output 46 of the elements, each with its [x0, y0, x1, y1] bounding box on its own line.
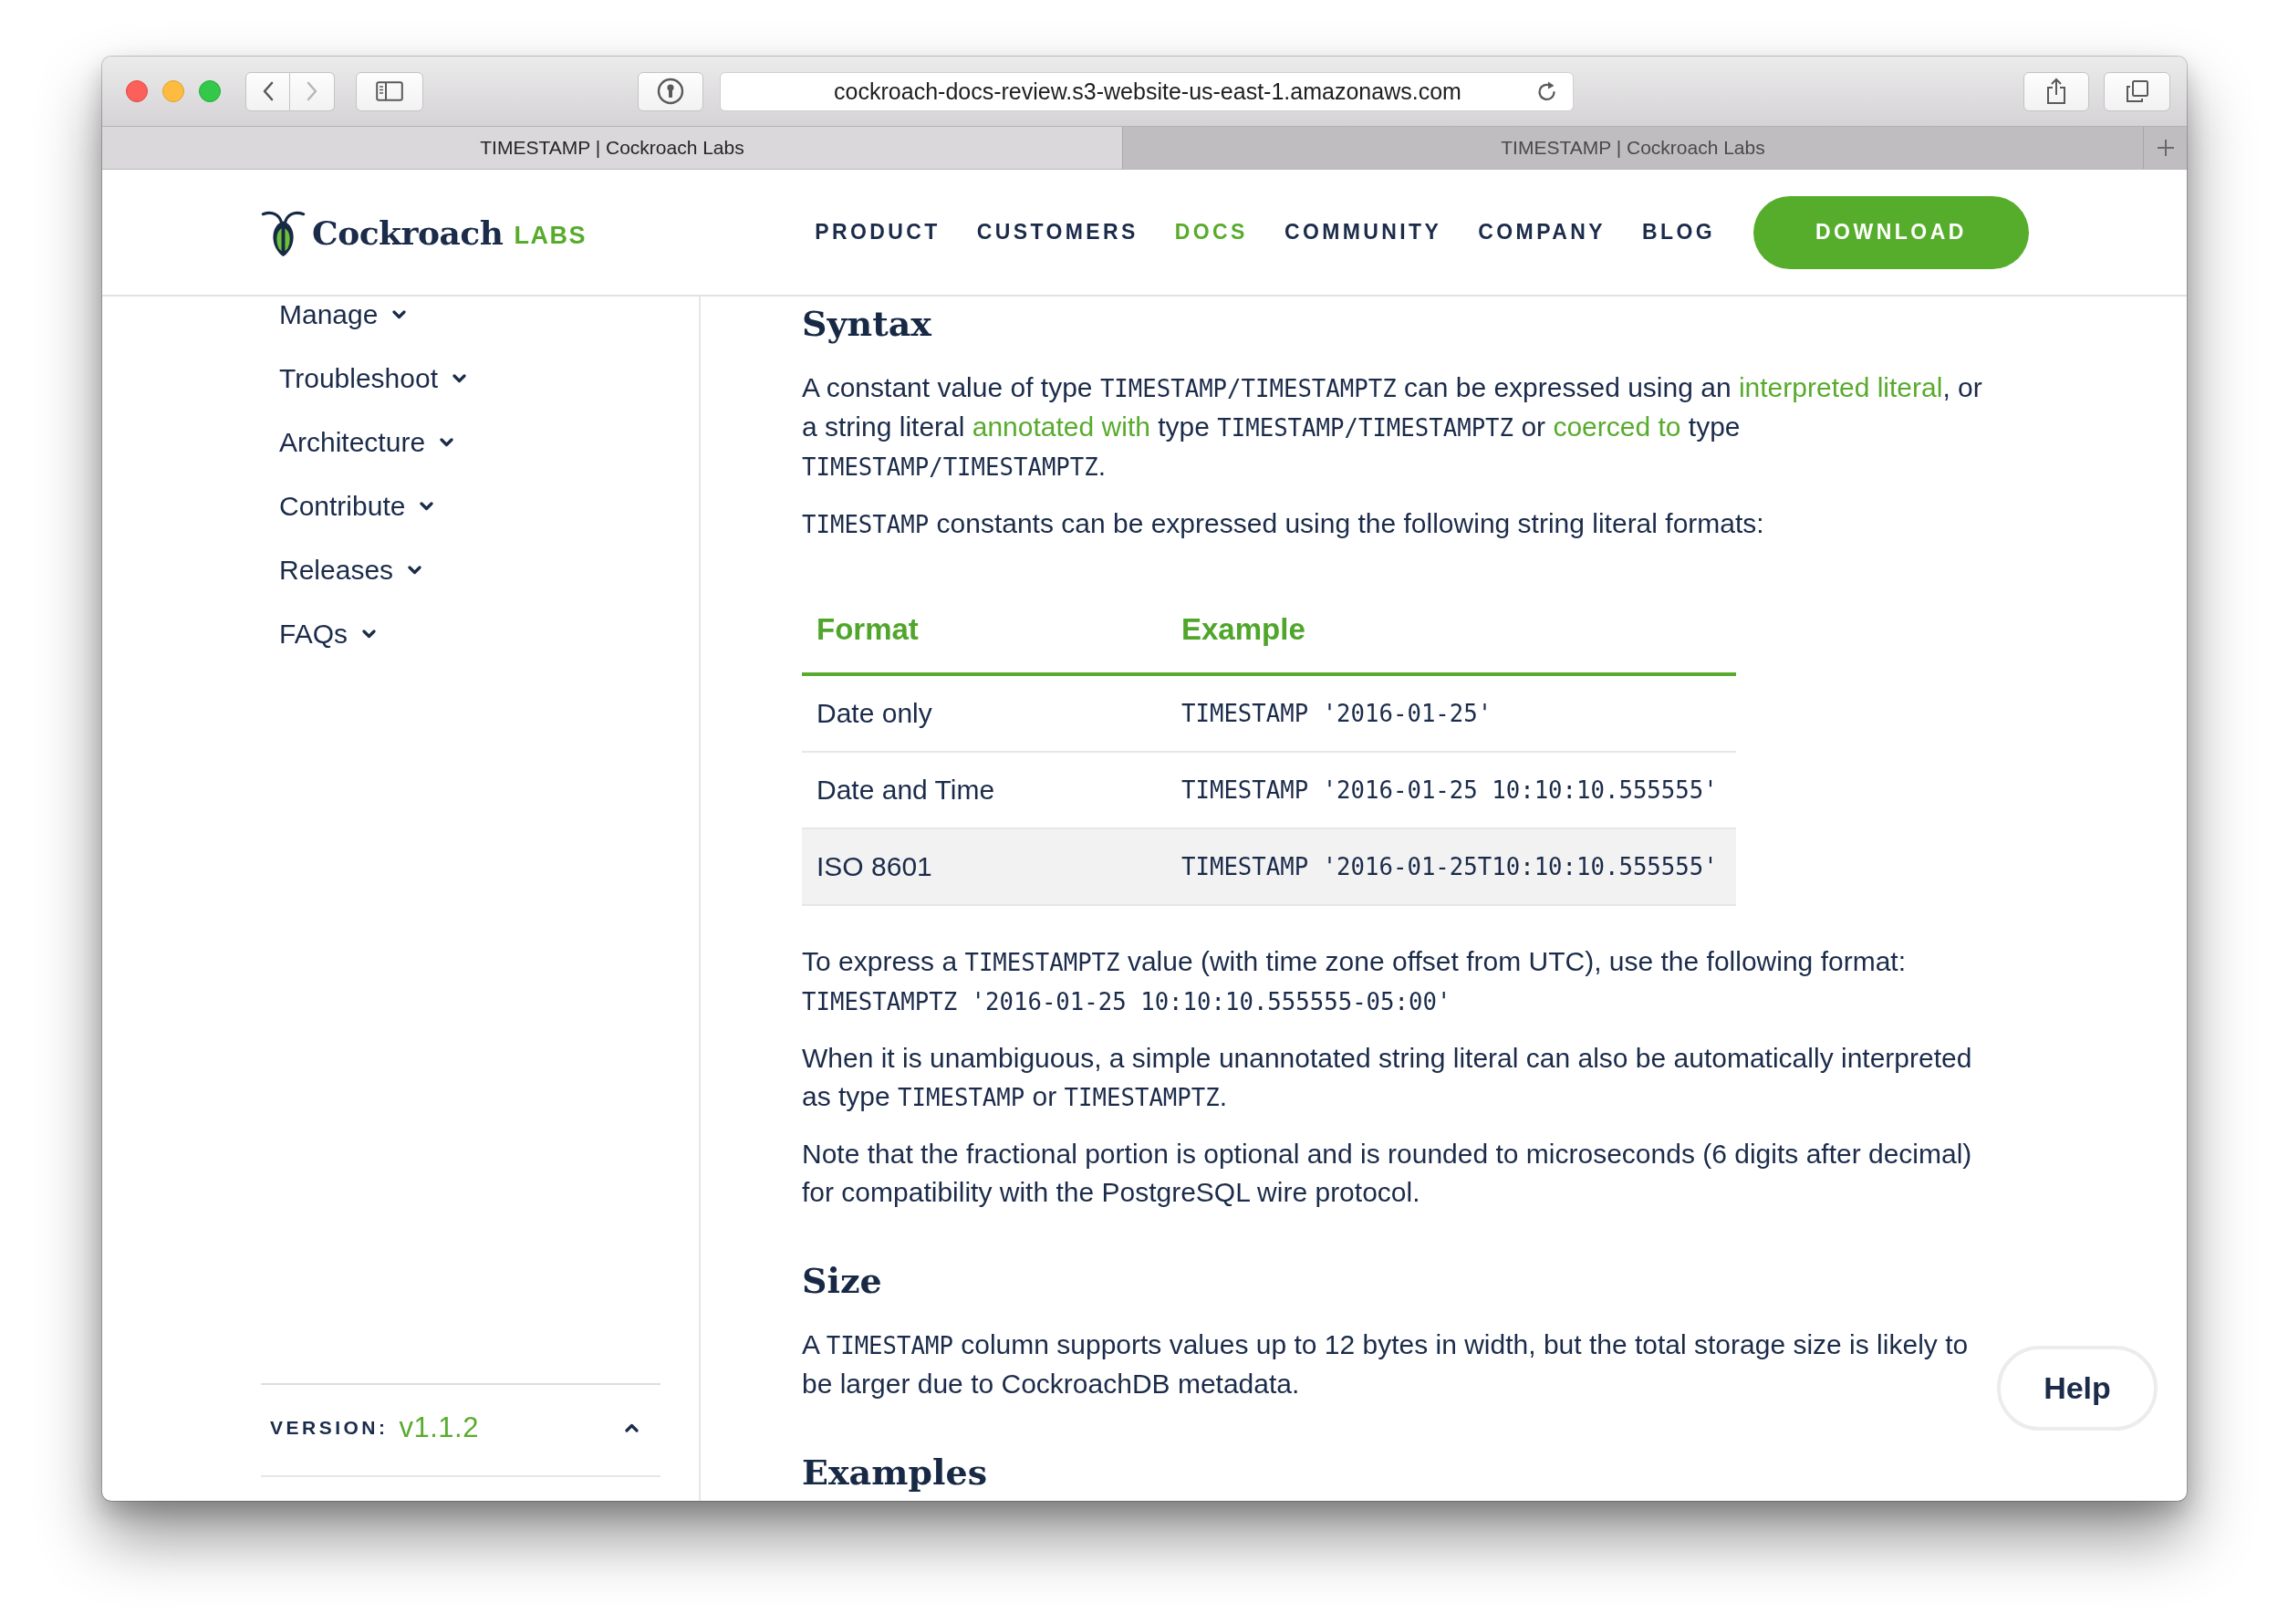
reload-icon[interactable] [1536, 79, 1558, 103]
table-cell-text: TIMESTAMP '2016-01-25' [1180, 699, 1493, 729]
sidebar-item[interactable]: Manage [279, 297, 407, 333]
sidebar-item[interactable]: Releases [279, 552, 422, 588]
share-icon [2045, 78, 2067, 105]
section-heading: Size [802, 1259, 882, 1303]
keyhole-icon [657, 78, 684, 105]
section-heading: Syntax [802, 302, 931, 346]
paragraph-text: To express a TIMESTAMPTZ value (with time zone offset from UTC), use the following format: TIMESTAMPTZ '2016-01-25 10:10:10.555555-05:00' [802, 945, 1907, 1017]
table-cell-text: TIMESTAMP '2016-01-25 10:10:10.555555' [1180, 776, 1719, 806]
paragraph-text: Note that the fractional portion is optional and is rounded to microseconds (6 digits after decimal) for compatibility with the PostgreSQL wire protocol. [802, 1138, 1973, 1209]
table-cell-text: TIMESTAMP '2016-01-25T10:10:10.555555' [1180, 852, 1719, 882]
table-cell-text: Date and Time [816, 774, 996, 807]
sidebar-item[interactable]: FAQs [279, 616, 376, 652]
table-cell-text: ISO 8601 [816, 850, 933, 883]
nav-link[interactable]: COMMUNITY [1284, 220, 1442, 245]
sidebar-item[interactable]: Contribute [279, 488, 434, 525]
back-button[interactable] [245, 71, 290, 111]
logo-link[interactable]: Cockroach LABS [260, 207, 587, 257]
sidebar-item[interactable]: Architecture [279, 424, 454, 461]
browser-tab[interactable]: TIMESTAMP | Cockroach Labs [102, 127, 1122, 169]
column-header: Example [1180, 611, 1306, 648]
close-window-button[interactable] [126, 80, 148, 102]
caret-up-icon [625, 1423, 639, 1432]
nav-link[interactable]: BLOG [1641, 220, 1715, 245]
version-selector[interactable]: VERSION: v1.1.2 [261, 1408, 660, 1448]
plus-icon [2156, 139, 2175, 157]
section-heading: Examples [802, 1451, 988, 1494]
share-button[interactable] [2023, 71, 2089, 111]
keyhole-button[interactable] [638, 71, 703, 111]
table-cell-text: Date only [816, 697, 933, 730]
nav-link[interactable]: PRODUCT [815, 220, 941, 245]
column-header: Format [816, 611, 920, 648]
nav-link[interactable]: CUSTOMERS [976, 220, 1139, 245]
paragraph-text: A TIMESTAMP column supports values up to 12 bytes in width, but the total storage size is likely to be larger due to CockroachDB metadata. [802, 1328, 1970, 1400]
sidebar-toggle-button[interactable] [356, 71, 423, 111]
paragraph-text: When it is unambiguous, a simple unannotated string literal can also be automatically interpreted as type TIMESTAMP or TIMESTAMPTZ. [802, 1042, 1973, 1113]
nav-link[interactable]: COMPANY [1478, 220, 1606, 245]
paragraph-text: A constant value of type TIMESTAMP/TIMESTAMPTZ can be expressed using an interpreted literal, or a string literal annotated with type TIMESTAMP/TIMESTAMPTZ or coerced to type TIMESTAMP/TIMESTAMPTZ. [802, 371, 1983, 483]
help-button[interactable]: Help [1997, 1346, 2158, 1431]
sidebar-icon [376, 81, 403, 101]
sidebar-item[interactable]: Troubleshoot [279, 360, 466, 397]
paragraph-text: TIMESTAMP constants can be expressed using the following string literal formats: [802, 507, 1765, 540]
address-field[interactable]: cockroach-docs-review.s3-website-us-east-1.amazonaws.com [720, 71, 1574, 111]
tabs-overview-button[interactable] [2104, 71, 2170, 111]
tabs-icon [2125, 79, 2149, 103]
